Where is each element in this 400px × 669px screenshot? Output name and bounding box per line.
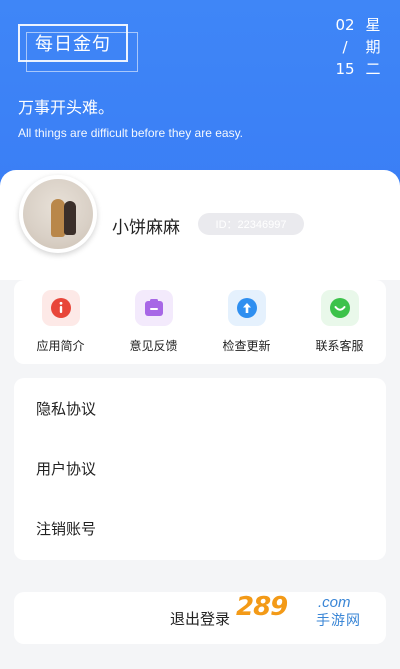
date-display: 02 星 / 期 15 二 bbox=[334, 14, 384, 80]
date-day: 15 bbox=[335, 60, 355, 78]
quick-actions-panel: 应用简介 意见反馈 检查更新 联系客服 bbox=[14, 280, 386, 364]
action-check-update[interactable]: 检查更新 bbox=[200, 280, 293, 364]
chat-icon bbox=[320, 290, 359, 326]
info-icon bbox=[41, 290, 80, 326]
action-app-intro[interactable]: 应用简介 bbox=[14, 280, 107, 364]
action-label: 应用简介 bbox=[36, 339, 85, 353]
date-weekday-char-2: 期 bbox=[365, 38, 381, 56]
watermark-text: 手游网 bbox=[316, 613, 361, 629]
watermark-domain: .com bbox=[318, 594, 351, 611]
action-label: 联系客服 bbox=[315, 339, 364, 353]
feedback-icon bbox=[134, 290, 173, 326]
settings-menu: 隐私协议 用户协议 注销账号 bbox=[14, 378, 386, 560]
action-contact-support[interactable]: 联系客服 bbox=[293, 280, 386, 364]
avatar[interactable] bbox=[19, 175, 97, 253]
watermark-number: 289 bbox=[236, 592, 288, 622]
daily-quote-badge: 每日金句 bbox=[18, 24, 138, 72]
daily-quote-title: 每日金句 bbox=[35, 34, 111, 55]
date-separator: / bbox=[342, 38, 348, 56]
date-weekday-char-1: 星 bbox=[365, 16, 381, 34]
menu-item-user-agreement[interactable]: 用户协议 bbox=[14, 438, 386, 498]
avatar-photo bbox=[23, 179, 93, 249]
quote-text-english: All things are difficult before they are… bbox=[18, 126, 244, 140]
quote-text-chinese: 万事开头难。 bbox=[18, 98, 115, 117]
site-watermark-logo: 289 .com 手游网 bbox=[236, 592, 386, 632]
action-label: 意见反馈 bbox=[129, 339, 178, 353]
action-label: 检查更新 bbox=[222, 339, 271, 353]
upload-icon bbox=[227, 290, 266, 326]
user-id-badge: ID：22346997 bbox=[198, 213, 304, 235]
menu-item-delete-account[interactable]: 注销账号 bbox=[14, 498, 386, 558]
username: 小饼麻麻 bbox=[112, 218, 180, 238]
date-weekday-char-3: 二 bbox=[365, 60, 381, 78]
date-month: 02 bbox=[335, 16, 355, 34]
menu-item-privacy-policy[interactable]: 隐私协议 bbox=[14, 378, 386, 438]
action-feedback[interactable]: 意见反馈 bbox=[107, 280, 200, 364]
